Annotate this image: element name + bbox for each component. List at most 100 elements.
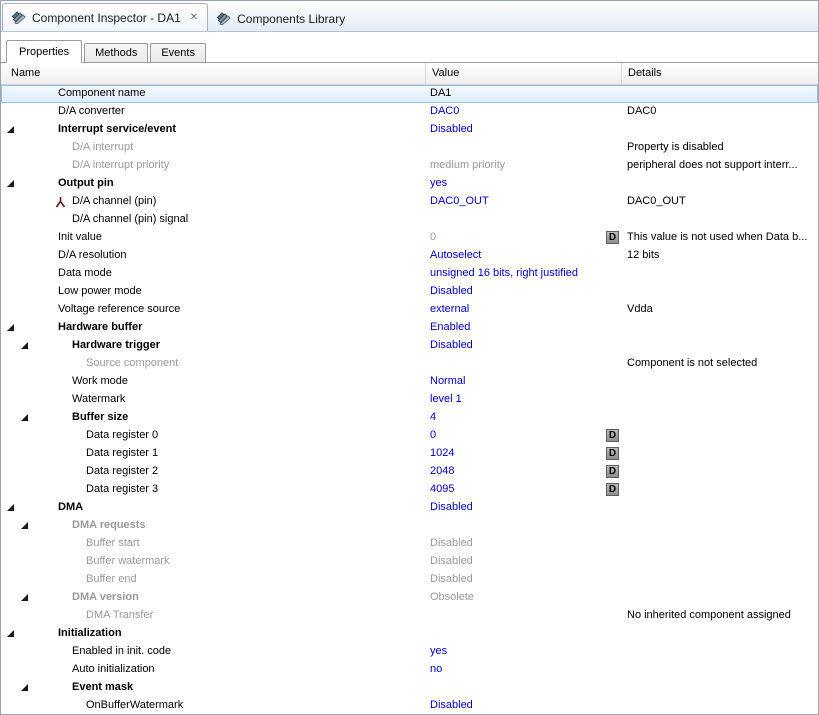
default-value-button[interactable]: D [606, 231, 619, 244]
default-value-button[interactable]: D [606, 447, 619, 460]
property-value-cell[interactable] [426, 355, 622, 373]
property-value-cell[interactable]: Disabled [426, 283, 622, 301]
property-value-cell[interactable]: level 1 [426, 391, 622, 409]
property-row[interactable]: Data mode unsigned 16 bits, right justif… [1, 265, 818, 283]
property-row[interactable]: Data register 2 2048 D [1, 463, 818, 481]
property-value-cell[interactable]: 0 D [426, 229, 622, 247]
property-row[interactable]: OnBufferWatermark Disabled [1, 697, 818, 714]
property-value-cell[interactable] [426, 211, 622, 229]
tab-component-inspector[interactable]: Component Inspector - DA1 ✕ [2, 3, 208, 31]
property-value-cell[interactable]: Disabled [426, 553, 622, 571]
expand-arrow-icon[interactable] [7, 180, 14, 187]
close-icon[interactable]: ✕ [190, 13, 198, 23]
expand-arrow-icon[interactable] [7, 126, 14, 133]
property-row[interactable]: Low power mode Disabled [1, 283, 818, 301]
tab-events[interactable]: Events [150, 43, 206, 62]
property-value-cell[interactable]: DA1 [426, 85, 622, 103]
expand-arrow-icon[interactable] [21, 342, 28, 349]
property-value-cell[interactable]: Disabled [426, 535, 622, 553]
property-value-cell[interactable]: medium priority [426, 157, 622, 175]
pin-icon [55, 196, 66, 208]
property-row[interactable]: Watermark level 1 [1, 391, 818, 409]
default-value-button[interactable]: D [606, 483, 619, 496]
default-value-button[interactable]: D [606, 465, 619, 478]
property-value-cell[interactable] [426, 625, 622, 643]
property-row[interactable]: Auto initialization no [1, 661, 818, 679]
property-row[interactable]: Output pin yes [1, 175, 818, 193]
property-row[interactable]: DMA Disabled [1, 499, 818, 517]
property-row[interactable]: Initialization [1, 625, 818, 643]
property-name: Data register 1 [1, 445, 158, 462]
expand-arrow-icon[interactable] [21, 414, 28, 421]
property-row[interactable]: Buffer end Disabled [1, 571, 818, 589]
property-value-cell[interactable]: Disabled [426, 121, 622, 139]
property-value-cell[interactable]: Autoselect [426, 247, 622, 265]
expand-arrow-icon[interactable] [7, 324, 14, 331]
property-row[interactable]: Data register 0 0 D [1, 427, 818, 445]
property-value: yes [430, 177, 447, 189]
expand-arrow-icon[interactable] [21, 684, 28, 691]
property-value-cell[interactable]: 1024 D [426, 445, 622, 463]
property-value-cell[interactable] [426, 607, 622, 625]
property-row[interactable]: Data register 1 1024 D [1, 445, 818, 463]
property-row[interactable]: D/A resolution Autoselect 12 bits [1, 247, 818, 265]
property-value-cell[interactable]: DAC0 [426, 103, 622, 121]
property-value-cell[interactable]: Disabled [426, 337, 622, 355]
property-value-cell[interactable] [426, 517, 622, 535]
property-value-cell[interactable]: no [426, 661, 622, 679]
property-row[interactable]: Data register 3 4095 D [1, 481, 818, 499]
property-row[interactable]: DMA Transfer No inherited component assi… [1, 607, 818, 625]
property-value-cell[interactable]: DAC0_OUT [426, 193, 622, 211]
property-row[interactable]: D/A channel (pin) DAC0_OUT DAC0_OUT [1, 193, 818, 211]
property-row[interactable]: D/A converter DAC0 DAC0 [1, 103, 818, 121]
property-row[interactable]: Work mode Normal [1, 373, 818, 391]
property-name: Data mode [1, 265, 112, 282]
property-row[interactable]: Interrupt service/event Disabled [1, 121, 818, 139]
property-value-cell[interactable]: Disabled [426, 697, 622, 714]
property-value-cell[interactable]: Disabled [426, 571, 622, 589]
property-value-cell[interactable]: Obsolete [426, 589, 622, 607]
property-value-cell[interactable] [426, 139, 622, 157]
column-header-name[interactable]: Name [1, 63, 426, 84]
property-row[interactable]: Init value 0 D This value is not used wh… [1, 229, 818, 247]
column-header-details[interactable]: Details [622, 63, 818, 84]
property-value-cell[interactable] [426, 679, 622, 697]
property-value-cell[interactable]: yes [426, 643, 622, 661]
property-value-cell[interactable]: Normal [426, 373, 622, 391]
property-row[interactable]: Enabled in init. code yes [1, 643, 818, 661]
default-value-button[interactable]: D [606, 429, 619, 442]
tab-properties[interactable]: Properties [6, 40, 82, 63]
property-row[interactable]: Voltage reference source external Vdda [1, 301, 818, 319]
property-row[interactable]: D/A channel (pin) signal [1, 211, 818, 229]
property-row[interactable]: DMA version Obsolete [1, 589, 818, 607]
property-value-cell[interactable]: unsigned 16 bits, right justified [426, 265, 622, 283]
property-value-cell[interactable]: 4095 D [426, 481, 622, 499]
expand-arrow-icon[interactable] [7, 630, 14, 637]
property-value-cell[interactable]: external [426, 301, 622, 319]
property-row[interactable]: Hardware buffer Enabled [1, 319, 818, 337]
property-value-cell[interactable]: yes [426, 175, 622, 193]
property-row[interactable]: DMA requests [1, 517, 818, 535]
tab-methods[interactable]: Methods [84, 43, 148, 62]
expand-arrow-icon[interactable] [21, 594, 28, 601]
property-row[interactable]: Hardware trigger Disabled [1, 337, 818, 355]
expand-arrow-icon[interactable] [21, 522, 28, 529]
property-value-cell[interactable]: 2048 D [426, 463, 622, 481]
column-header-value[interactable]: Value [426, 63, 622, 84]
property-details: This value is not used when Data b... [622, 229, 818, 247]
property-name: D/A converter [1, 103, 125, 120]
property-row[interactable]: Buffer watermark Disabled [1, 553, 818, 571]
property-row[interactable]: Source component Component is not select… [1, 355, 818, 373]
property-row[interactable]: Event mask [1, 679, 818, 697]
property-row[interactable]: Buffer size 4 [1, 409, 818, 427]
property-row[interactable]: Buffer start Disabled [1, 535, 818, 553]
property-value-cell[interactable]: Enabled [426, 319, 622, 337]
property-value-cell[interactable]: 0 D [426, 427, 622, 445]
tab-components-library[interactable]: Components Library [208, 6, 354, 31]
property-value-cell[interactable]: 4 [426, 409, 622, 427]
expand-arrow-icon[interactable] [7, 504, 14, 511]
property-value-cell[interactable]: Disabled [426, 499, 622, 517]
property-row[interactable]: D/A interrupt priority medium priority p… [1, 157, 818, 175]
property-row[interactable]: D/A interrupt Property is disabled [1, 139, 818, 157]
property-row[interactable]: Component name DA1 [1, 85, 818, 103]
